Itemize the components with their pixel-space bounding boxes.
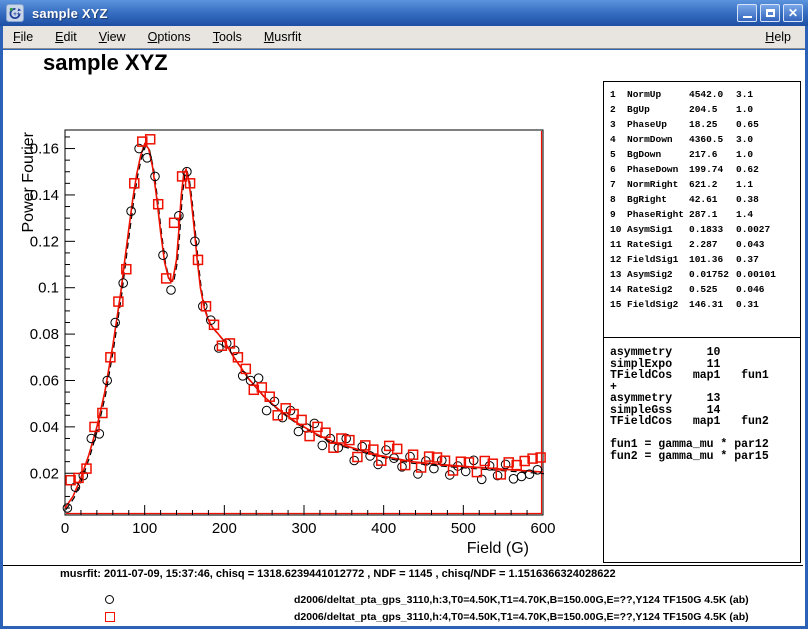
data-point-circle [310,419,319,428]
data-point-circle [414,470,423,479]
theory-line: asymmetry 13 [610,393,800,405]
parameter-row: 13AsymSig20.017520.00101 [610,267,800,282]
menu-item-help[interactable]: Help [757,27,799,47]
menubar: File Edit View Options Tools Musrfit Help [3,26,805,49]
theory-line: fun1 = gamma_mu * par12 [610,439,800,451]
menu-item-file[interactable]: File [5,27,41,47]
data-point-circle [374,460,383,469]
svg-text:500: 500 [451,520,476,537]
svg-text:0.1: 0.1 [38,280,59,297]
menu-item-options[interactable]: Options [140,27,199,47]
svg-text:++: ++ [13,12,21,18]
open-square-marker-icon [105,612,115,622]
legend-item: d2006/deltat_pta_gps_3110,h:3,T0=4.50K,T… [3,593,803,607]
parameter-row: 10AsymSig10.18330.0027 [610,222,800,237]
svg-text:400: 400 [371,520,396,537]
parameter-row: 7NormRight621.21.1 [610,177,800,192]
maximize-icon[interactable] [760,4,780,22]
svg-text:600: 600 [530,520,555,537]
titlebar[interactable]: ++ sample XYZ ✕ [0,0,808,26]
svg-text:0.06: 0.06 [30,372,59,389]
parameter-table: 1NormUp4542.03.12BgUp204.51.03PhaseUp18.… [604,82,800,338]
legend-item: d2006/deltat_pta_gps_3110,h:4,T0=4.50K,T… [3,610,803,624]
svg-text:100: 100 [132,520,157,537]
theory-function-panel: asymmetry 10simplExpo 11TFieldCos map1 f… [604,338,800,462]
data-point-square [409,450,418,459]
menu-item-view[interactable]: View [91,27,134,47]
svg-text:0.02: 0.02 [30,465,59,482]
menu-item-edit[interactable]: Edit [47,27,85,47]
root-canvas[interactable]: sample XYZ 01002003004005006000.020.040.… [3,50,805,626]
parameter-row: 6PhaseDown199.740.62 [610,162,800,177]
parameter-row: 15FieldSig2146.310.31 [610,297,800,312]
legend-label: d2006/deltat_pta_gps_3110,h:4,T0=4.50K,T… [294,611,749,623]
menu-item-tools[interactable]: Tools [205,27,250,47]
data-point-circle [167,286,176,295]
data-point-circle [215,344,224,353]
app-window: ++ sample XYZ ✕ File Edit View Options Tools… [0,0,808,629]
svg-text:0.04: 0.04 [30,419,59,436]
parameter-row: 5BgDown217.61.0 [610,147,800,162]
parameter-row: 1NormUp4542.03.1 [610,87,800,102]
data-point-circle [517,472,526,481]
parameter-row: 4NormDown4360.53.0 [610,132,800,147]
parameter-row: 2BgUp204.51.0 [610,102,800,117]
open-circle-marker-icon [105,595,114,604]
theory-line: TFieldCos map1 fun1 [610,370,800,382]
data-point-circle [262,406,271,415]
parameter-row: 8BgRight42.610.38 [610,192,800,207]
x-axis-title: Field (G) [467,540,529,557]
data-point-circle [294,427,303,436]
svg-text:0.12: 0.12 [30,233,59,250]
window-title: sample XYZ [32,6,108,21]
svg-text:300: 300 [291,520,316,537]
root-logo-icon: ++ [6,4,24,22]
parameter-row: 11RateSig12.2870.043 [610,237,800,252]
parameter-row: 12FieldSig1101.360.37 [610,252,800,267]
fit-curve-dashed [66,146,544,510]
svg-text:0: 0 [61,520,69,537]
data-point-square [305,432,314,441]
data-point-circle [318,441,327,450]
parameter-row: 3PhaseUp18.250.65 [610,117,800,132]
menu-item-musrfit[interactable]: Musrfit [256,27,310,47]
data-point-circle [254,374,263,383]
footer-separator [3,565,803,566]
theory-line: asymmetry 10 [610,347,800,359]
fit-parameter-panel: 1NormUp4542.03.12BgUp204.51.03PhaseUp18.… [603,81,801,563]
theory-line: fun2 = gamma_mu * par15 [610,451,800,463]
parameter-row: 9PhaseRight287.11.4 [610,207,800,222]
parameter-row: 14RateSig20.5250.046 [610,282,800,297]
svg-text:200: 200 [212,520,237,537]
close-icon[interactable]: ✕ [783,4,803,22]
data-point-circle [533,466,542,475]
fit-status-text: musrfit: 2011-07-09, 15:37:46, chisq = 1… [60,568,616,580]
legend-label: d2006/deltat_pta_gps_3110,h:3,T0=4.50K,T… [294,594,749,606]
theory-line: TFieldCos map1 fun2 [610,416,800,428]
minimize-icon[interactable] [737,4,757,22]
y-axis-title: Power Fourier [20,131,37,232]
data-point-circle [509,475,518,484]
svg-text:0.08: 0.08 [30,326,59,343]
data-point-circle [350,456,359,465]
fit-curve [65,144,543,508]
